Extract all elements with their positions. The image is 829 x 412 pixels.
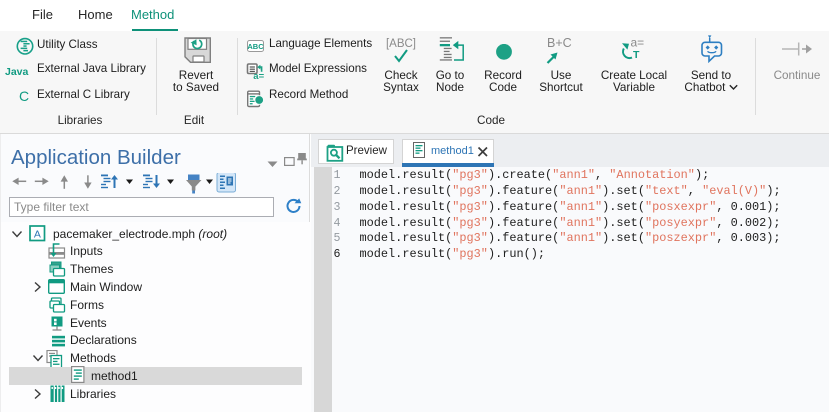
- svg-text:A: A: [34, 228, 41, 240]
- svg-text:C: C: [19, 88, 29, 104]
- svg-text:ABC: ABC: [247, 42, 264, 51]
- svg-text:B+C: B+C: [547, 36, 572, 50]
- svg-text:T: T: [633, 49, 640, 61]
- svg-text:Java: Java: [5, 66, 29, 77]
- svg-text:[ABC]: [ABC]: [386, 38, 416, 50]
- svg-text:a=: a=: [253, 71, 264, 81]
- svg-text:a=: a=: [631, 36, 645, 50]
